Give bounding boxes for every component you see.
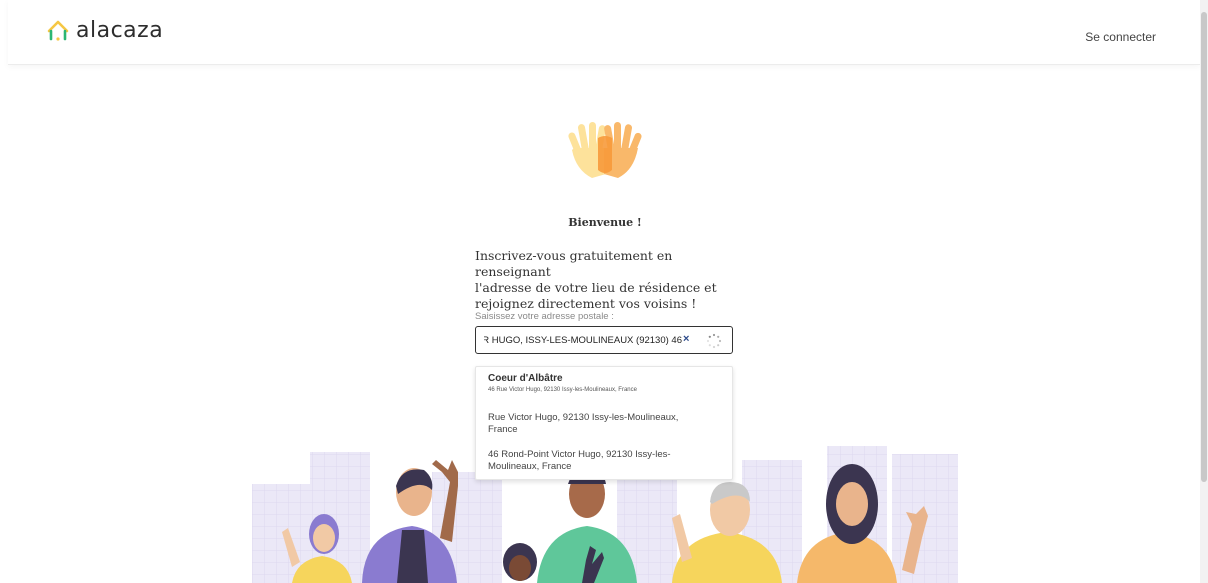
suggestion-line: 46 Rond-Point Victor Hugo, 92130 Issy-le… — [488, 449, 671, 460]
address-field-label: Saisissez votre adresse postale : — [475, 311, 614, 322]
top-header: alacaza Se connecter — [8, 0, 1200, 65]
scrollbar-thumb[interactable] — [1201, 12, 1207, 482]
suggestion-item[interactable]: Rue Victor Hugo, 92130 Issy-les-Moulinea… — [488, 412, 720, 436]
clear-icon[interactable]: × — [683, 333, 689, 345]
high-five-hands-icon — [568, 122, 642, 178]
suggestion-line: Rue Victor Hugo, 92130 Issy-les-Moulinea… — [488, 412, 679, 423]
address-input-value[interactable]: 46 RUE VICTOR HUGO, ISSY-LES-MOULINEAUX … — [484, 335, 682, 346]
suggestion-address: 46 Rue Victor Hugo, 92130 Issy-les-Mouli… — [488, 387, 637, 393]
suggestion-line: France — [488, 424, 518, 435]
house-logo-icon — [47, 20, 69, 41]
suggestion-name: Coeur d'Albâtre — [488, 373, 563, 384]
page-scrollbar[interactable] — [1200, 0, 1208, 583]
brand-logo[interactable]: alacaza — [46, 18, 163, 43]
intro-line: rejoignez directement vos voisins ! — [475, 296, 697, 311]
brand-name: alacaza — [76, 18, 164, 43]
address-suggestions-dropdown: Coeur d'Albâtre 46 Rue Victor Hugo, 9213… — [475, 366, 733, 480]
suggestion-item[interactable]: Coeur d'Albâtre 46 Rue Victor Hugo, 9213… — [488, 373, 720, 393]
intro-line: Inscrivez-vous gratuitement en renseigna… — [475, 248, 673, 279]
welcome-title: Bienvenue ! — [568, 216, 642, 229]
login-link[interactable]: Se connecter — [1085, 30, 1156, 44]
address-input[interactable]: 46 RUE VICTOR HUGO, ISSY-LES-MOULINEAUX … — [475, 326, 733, 354]
suggestion-item[interactable]: 46 Rond-Point Victor Hugo, 92130 Issy-le… — [488, 449, 720, 473]
intro-line: l'adresse de votre lieu de résidence et — [475, 280, 717, 295]
suggestion-line: Moulineaux, France — [488, 461, 572, 472]
intro-text: Inscrivez-vous gratuitement en renseigna… — [475, 248, 745, 312]
loading-spinner-icon — [706, 333, 722, 349]
